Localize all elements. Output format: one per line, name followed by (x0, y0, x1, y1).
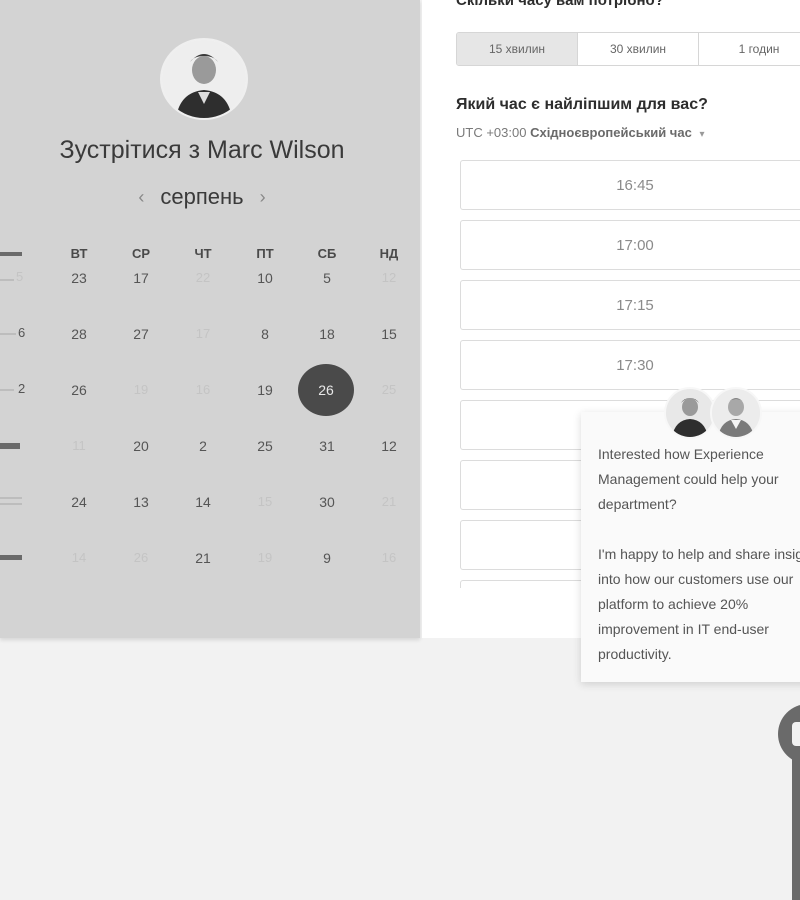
calendar-day: 22 (195, 270, 211, 285)
time-slot[interactable]: 17:30 (460, 340, 800, 390)
calendar-day[interactable]: 28 (59, 325, 99, 343)
calendar-day[interactable]: 30 (307, 493, 347, 511)
calendar-day[interactable]: 2 (183, 437, 223, 455)
chat-message-body: I'm happy to help and share insight into… (598, 546, 800, 662)
calendar-day[interactable]: 9 (307, 549, 347, 567)
calendar-day[interactable]: 5 (307, 269, 347, 287)
host-avatar (160, 38, 248, 120)
edge-day-marker (0, 555, 22, 560)
calendar-day[interactable]: 13 (121, 493, 161, 511)
calendar-day[interactable]: 20 (121, 437, 161, 455)
weekday-label: СБ (317, 246, 337, 261)
weekday-label: ВТ (70, 246, 88, 261)
host-name: Marc Wilson (207, 136, 345, 164)
calendar-week-row: 6 28 27 17 8 18 15 (0, 325, 420, 355)
agent-avatar (710, 387, 762, 439)
calendar-day[interactable]: 23 (59, 269, 99, 287)
calendar-day: 17 (195, 326, 211, 341)
calendar-day-selected[interactable]: 26 (298, 364, 354, 416)
calendar-day: 14 (71, 550, 87, 565)
duration-option-30[interactable]: 30 хвилин (578, 33, 699, 65)
calendar-day[interactable]: 25 (245, 437, 285, 455)
calendar-day: 19 (257, 550, 273, 565)
calendar-day[interactable]: 31 (307, 437, 347, 455)
time-slot[interactable]: 16:45 (460, 160, 800, 210)
time-slot[interactable]: 17:15 (460, 280, 800, 330)
edge-day: 6 (18, 325, 26, 340)
chat-launcher-icon (792, 722, 800, 746)
duration-option-15[interactable]: 15 хвилин (457, 33, 578, 65)
next-month-button[interactable]: › (260, 187, 266, 208)
calendar-day[interactable]: 12 (369, 437, 409, 455)
calendar-day[interactable]: 8 (245, 325, 285, 343)
calendar-week-row: 11 20 2 25 31 12 (0, 437, 420, 467)
calendar-day: 15 (257, 494, 273, 509)
calendar-day: 16 (195, 382, 211, 397)
timezone-offset: UTC +03:00 (456, 125, 527, 140)
timezone-selector[interactable]: UTC +03:00 Східноєвропейський час ▾ (456, 125, 704, 140)
calendar-day: 25 (381, 382, 397, 397)
chat-message-intro: Interested how Experience Management cou… (598, 446, 779, 512)
edge-day-marker (0, 333, 16, 335)
meeting-title-prefix: Зустрітися з (59, 136, 201, 164)
chevron-down-icon: ▾ (699, 129, 705, 140)
calendar-day[interactable]: 19 (245, 381, 285, 399)
weekday-label: ПТ (256, 246, 274, 261)
weekday-label: СР (131, 246, 151, 261)
edge-day-marker (0, 443, 20, 449)
meeting-title: Зустрітися з Marc Wilson (0, 136, 404, 165)
calendar-day: 12 (381, 270, 397, 285)
edge-day: 5 (16, 269, 24, 284)
calendar-day[interactable]: 17 (121, 269, 161, 287)
calendar-week-row: 14 26 21 19 9 16 (0, 549, 420, 579)
calendar-day[interactable]: 27 (121, 325, 161, 343)
weekday-edge-bar (0, 252, 22, 256)
calendar-day[interactable]: 14 (183, 493, 223, 511)
duration-option-60[interactable]: 1 годин (699, 33, 800, 65)
agent-avatar (664, 387, 716, 439)
calendar-week-row: 24 13 14 15 30 21 (0, 493, 420, 523)
calendar-day: 11 (72, 438, 86, 453)
calendar-week-row: 5 23 17 22 10 5 12 (0, 269, 420, 299)
timezone-name: Східноєвропейський час (530, 125, 692, 140)
weekday-label: ЧТ (194, 246, 212, 261)
time-question: Який час є найліпшим для вас? (456, 96, 708, 113)
chat-message: Interested how Experience Management cou… (598, 442, 800, 667)
weekday-label: НД (379, 246, 399, 261)
calendar-day: 19 (133, 382, 149, 397)
calendar-day: 21 (381, 494, 397, 509)
calendar-day[interactable]: 21 (183, 549, 223, 567)
time-slot[interactable]: 17:00 (460, 220, 800, 270)
month-navigation: ‹ серпень › (0, 184, 404, 210)
calendar-day[interactable]: 18 (307, 325, 347, 343)
prev-month-button[interactable]: ‹ (138, 187, 144, 208)
calendar-day[interactable]: 24 (59, 493, 99, 511)
edge-day-marker (0, 279, 14, 281)
edge-day-marker (0, 389, 14, 391)
edge-day: 2 (18, 381, 26, 396)
calendar-day[interactable]: 15 (369, 325, 409, 343)
side-edge-bar (792, 752, 800, 900)
calendar-day: 26 (133, 550, 149, 565)
calendar-day[interactable]: 10 (245, 269, 285, 287)
edge-day-marker (0, 503, 22, 505)
duration-selector: 15 хвилин 30 хвилин 1 годин (456, 32, 800, 66)
duration-question: Скільки часу вам потрібно? (456, 0, 664, 9)
calendar-week-row: 2 26 19 16 19 26 25 (0, 364, 420, 416)
calendar-day[interactable]: 26 (59, 381, 99, 399)
edge-day-marker (0, 497, 22, 499)
month-label: серпень (160, 184, 244, 209)
calendar-day: 16 (381, 550, 397, 565)
